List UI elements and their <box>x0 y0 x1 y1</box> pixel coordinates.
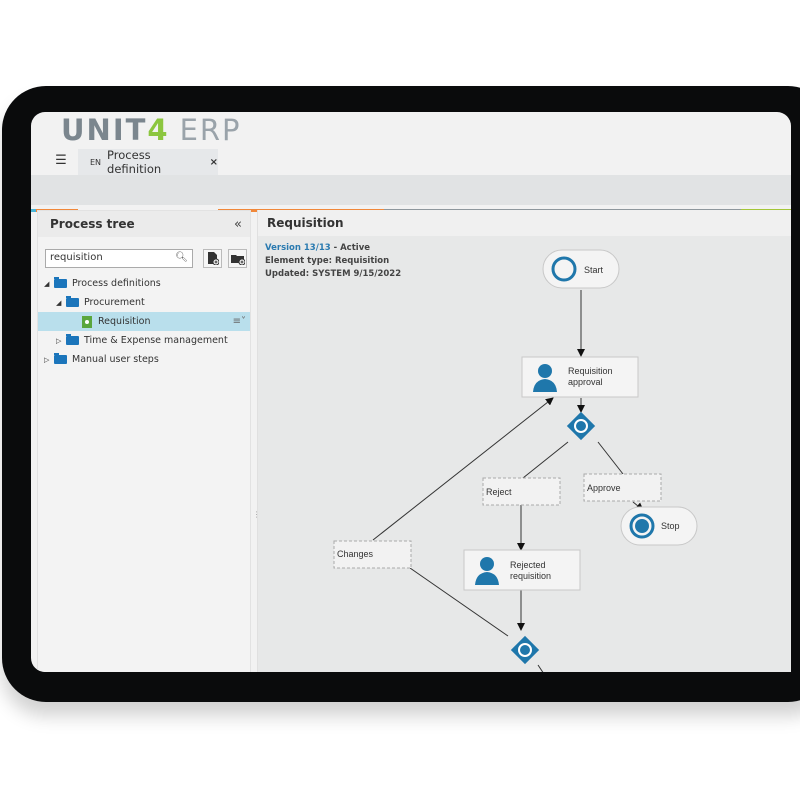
folder-open-icon <box>54 277 67 288</box>
tab-bar: ☰ EN Process definition × <box>31 148 791 212</box>
toolbar-area <box>31 175 791 205</box>
approve-label: Approve <box>587 483 621 493</box>
tree-item-label: Time & Expense management <box>84 335 228 346</box>
rejected-label-line1: Rejected <box>510 560 546 570</box>
edge-changes-approval <box>372 397 554 541</box>
tree-item-label: Procurement <box>84 297 145 308</box>
add-folder-button[interactable] <box>228 249 247 268</box>
edge-gateway-reject <box>522 441 569 479</box>
edge-gateway-out <box>537 664 544 672</box>
process-tree-panel: Process tree « requisition 🔍︎ ◢ Process … <box>37 210 251 672</box>
start-node[interactable]: Start <box>542 249 620 289</box>
start-label: Start <box>584 265 604 275</box>
panel-title: Process tree <box>50 217 135 231</box>
add-process-button[interactable] <box>203 249 222 268</box>
search-input[interactable]: requisition 🔍︎ <box>45 249 193 268</box>
logo-four: 4 <box>147 113 170 147</box>
approval-label-line2: approval <box>568 377 603 387</box>
collapse-arrow-icon[interactable]: ▷ <box>44 356 54 364</box>
search-value: requisition <box>50 252 103 263</box>
app-screen: UNIT 4 ERP ☰ EN Process definition × Proce… <box>31 112 791 672</box>
approval-label-line1: Requisition <box>568 366 613 376</box>
tree-item-label: Process definitions <box>72 278 161 289</box>
unit4-logo: UNIT 4 ERP <box>61 113 242 149</box>
approve-flow-label[interactable]: Approve <box>583 473 662 502</box>
logo-brand: UNIT <box>61 113 148 147</box>
tree-item[interactable]: ▷ Manual user steps <box>38 350 250 369</box>
expand-arrow-icon[interactable]: ◢ <box>56 299 66 307</box>
stop-label: Stop <box>661 521 680 531</box>
changes-flow-label[interactable]: Changes <box>333 540 412 569</box>
gateway-resubmit[interactable] <box>510 635 540 665</box>
folder-icon <box>66 334 79 345</box>
diagram-panel: Requisition Version 13/13 - Active Eleme… <box>257 210 791 672</box>
logo-product: ERP <box>179 113 242 147</box>
folder-add-icon <box>230 254 245 265</box>
expand-arrow-icon[interactable]: ◢ <box>44 280 54 288</box>
edge-gateway-approve <box>597 441 624 475</box>
collapse-arrow-icon[interactable]: ▷ <box>56 337 66 345</box>
folder-open-icon <box>66 296 79 307</box>
changes-label: Changes <box>337 549 374 559</box>
collapse-icon[interactable]: « <box>234 217 242 232</box>
close-icon[interactable]: × <box>210 157 218 168</box>
folder-icon <box>54 353 67 364</box>
tree-item[interactable]: ◢ Process definitions <box>38 274 250 293</box>
panel-header: Process tree « <box>38 211 250 237</box>
process-tree: ◢ Process definitions ◢ Procurement Requ… <box>38 274 250 369</box>
list-icon: ☰ <box>55 153 67 168</box>
gateway-decision[interactable] <box>566 411 596 441</box>
requisition-approval-node[interactable]: Requisition approval <box>521 356 639 398</box>
reject-flow-label[interactable]: Reject <box>482 477 561 506</box>
rejected-label-line2: requisition <box>510 571 551 581</box>
stop-node[interactable]: Stop <box>620 506 698 546</box>
tree-item-label: Manual user steps <box>72 354 159 365</box>
row-menu-icon[interactable]: ≡˅ <box>233 316 246 327</box>
tab-language: EN <box>90 157 102 167</box>
process-diagram: Start Requisition approval Reject Approv… <box>333 249 698 672</box>
reject-label: Reject <box>486 487 512 497</box>
menu-button[interactable]: ☰ <box>46 149 76 172</box>
process-icon <box>82 315 92 328</box>
tree-item[interactable]: ◢ Procurement <box>38 293 250 312</box>
tree-item[interactable]: ▷ Time & Expense management <box>38 331 250 350</box>
tree-item-label: Requisition <box>98 316 151 327</box>
search-icon[interactable]: 🔍︎ <box>175 252 188 263</box>
tree-item-selected[interactable]: Requisition ≡˅ <box>38 312 250 331</box>
tab-title: Process definition <box>107 148 162 176</box>
tab-process-definition[interactable]: EN Process definition × <box>78 148 218 176</box>
file-add-icon <box>207 252 219 265</box>
rejected-requisition-node[interactable]: Rejected requisition <box>463 549 581 591</box>
